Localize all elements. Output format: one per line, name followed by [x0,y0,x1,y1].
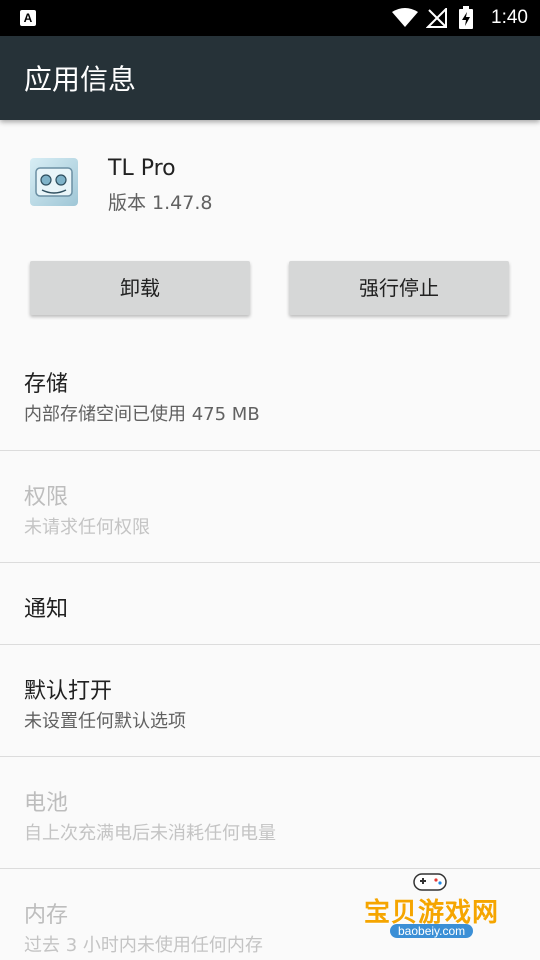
permissions-title: 权限 [24,485,69,510]
app-icon [30,158,78,206]
open-by-default-subtitle: 未设置任何默认选项 [24,711,186,732]
memory-title: 内存 [24,903,69,928]
force-stop-button[interactable]: 强行停止 [289,261,509,315]
page-title: 应用信息 [24,63,137,96]
app-name: TL Pro [108,156,176,181]
battery-subtitle: 自上次充满电后未消耗任何电量 [24,823,276,844]
battery-section: 电池 自上次充满电后未消耗任何电量 [0,757,540,868]
notifications-section[interactable]: 通知 [0,563,540,644]
wifi-icon [392,8,418,27]
battery-charging-icon [459,6,473,29]
notifications-title: 通知 [24,597,69,622]
storage-title: 存储 [24,372,69,397]
permissions-section: 权限 未请求任何权限 [0,451,540,562]
watermark-url: baobeiy.com [390,924,474,938]
notification-a-icon: A [20,10,36,26]
clock: 1:40 [491,7,528,28]
app-header: TL Pro 版本 1.47.8 [0,120,540,240]
open-by-default-section[interactable]: 默认打开 未设置任何默认选项 [0,645,540,756]
app-logo-icon [35,167,73,197]
permissions-subtitle: 未请求任何权限 [24,517,150,538]
no-signal-icon [426,8,447,28]
battery-title: 电池 [24,791,69,816]
status-bar: A 1:40 [0,0,540,36]
open-by-default-title: 默认打开 [24,679,113,704]
app-version: 版本 1.47.8 [108,192,213,214]
storage-subtitle: 内部存储空间已使用 475 MB [24,404,260,425]
memory-subtitle: 过去 3 小时内未使用任何内存 [24,935,263,956]
gamepad-icon [413,873,447,891]
uninstall-button[interactable]: 卸载 [30,261,250,315]
storage-section[interactable]: 存储 内部存储空间已使用 475 MB [0,350,540,450]
app-bar: 应用信息 [0,36,540,120]
watermark: 宝贝游戏网 baobeiy.com [360,862,520,960]
